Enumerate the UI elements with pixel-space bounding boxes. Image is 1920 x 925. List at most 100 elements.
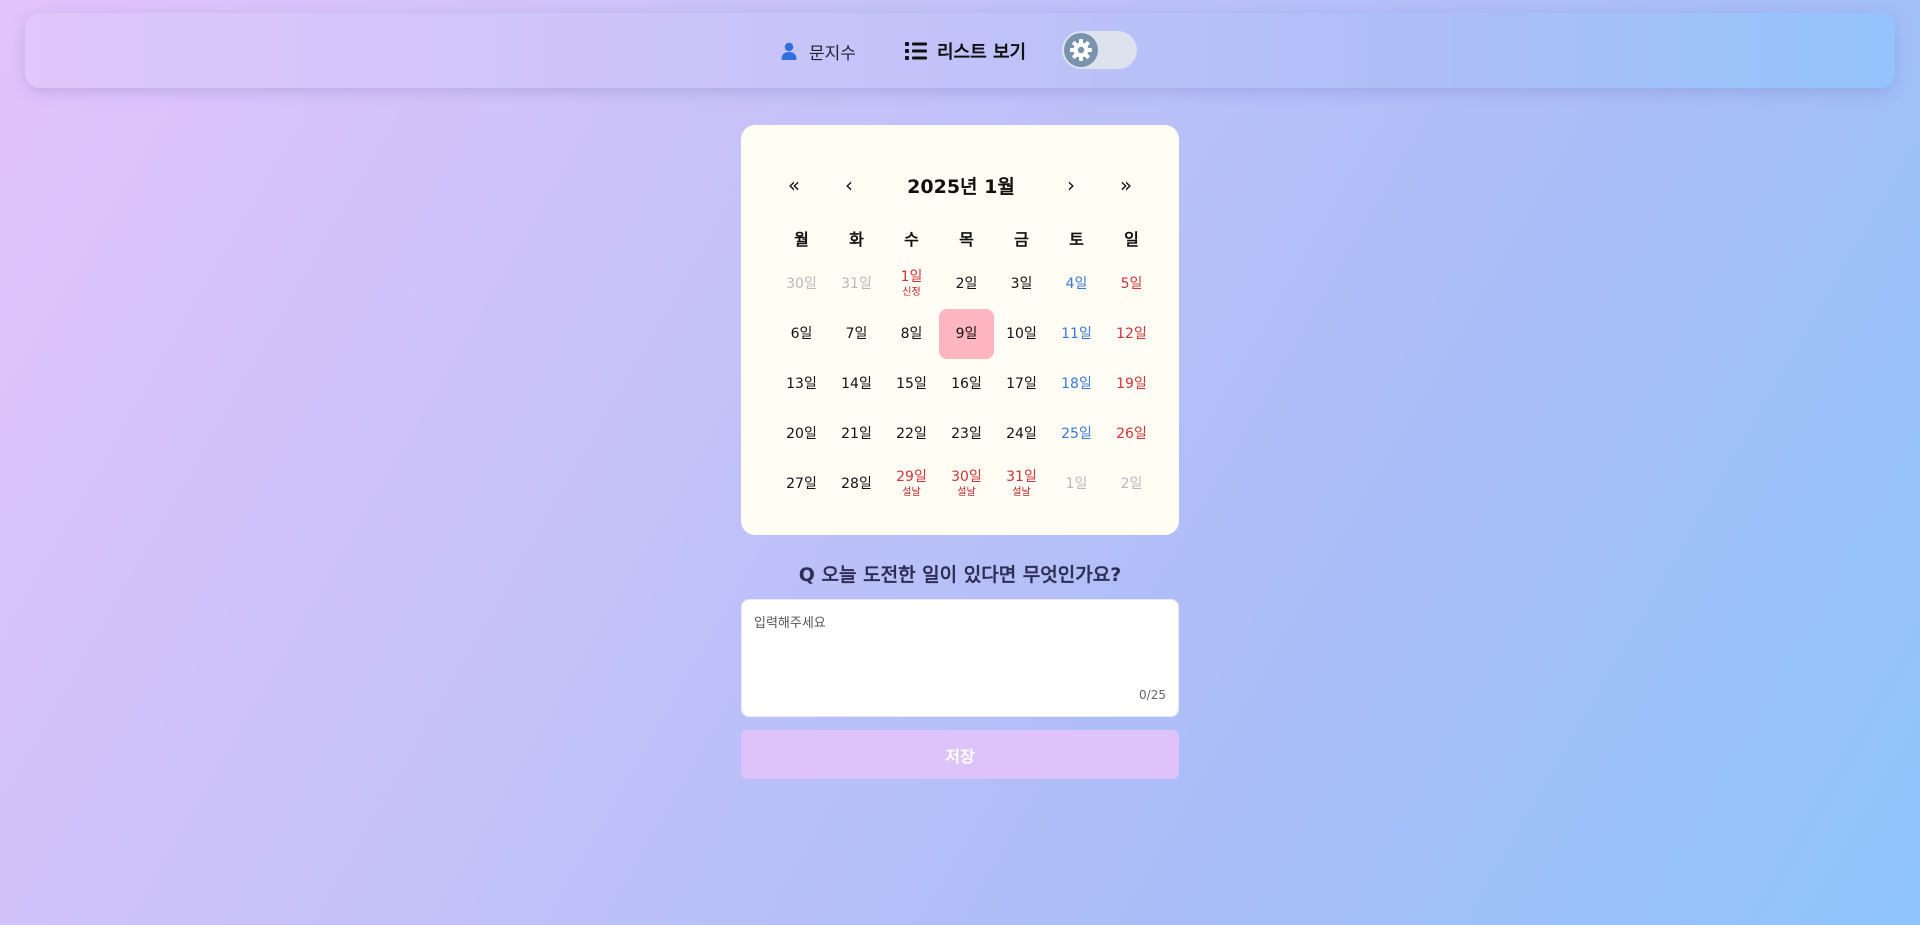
- day-number: 2일: [956, 275, 978, 293]
- weekday-header: 월 화 수 목 금 토 일: [774, 223, 1159, 253]
- day-number: 13일: [786, 375, 817, 393]
- weekday-label: 토: [1049, 223, 1104, 253]
- holiday-label: 설날: [957, 486, 975, 500]
- calendar: « ‹ 2025년 1월 › » 월 화 수 목 금 토 일 30일31일1일신…: [741, 125, 1179, 535]
- day-number: 17일: [1006, 375, 1037, 393]
- day-number: 11일: [1061, 325, 1092, 343]
- day-number: 14일: [841, 375, 872, 393]
- calendar-day[interactable]: 11일: [1049, 309, 1104, 359]
- toggle-knob: [1064, 33, 1098, 67]
- weekday-label: 화: [829, 223, 884, 253]
- day-number: 30일: [951, 468, 982, 486]
- calendar-day[interactable]: 23일: [939, 409, 994, 459]
- calendar-day[interactable]: 30일설날: [939, 459, 994, 509]
- calendar-title[interactable]: 2025년 1월: [891, 165, 1031, 205]
- day-number: 29일: [896, 468, 927, 486]
- calendar-day[interactable]: 7일: [829, 309, 884, 359]
- user-name: 문지수: [809, 39, 856, 64]
- day-number: 31일: [1006, 468, 1037, 486]
- day-number: 21일: [841, 425, 872, 443]
- calendar-day[interactable]: 6일: [774, 309, 829, 359]
- calendar-day[interactable]: 27일: [774, 459, 829, 509]
- calendar-day[interactable]: 26일: [1104, 409, 1159, 459]
- answer-input[interactable]: [754, 612, 1168, 692]
- calendar-day[interactable]: 18일: [1049, 359, 1104, 409]
- calendar-day[interactable]: 10일: [994, 309, 1049, 359]
- calendar-day[interactable]: 2일: [1104, 459, 1159, 509]
- day-number: 5일: [1121, 275, 1143, 293]
- day-number: 24일: [1006, 425, 1037, 443]
- calendar-day[interactable]: 31일설날: [994, 459, 1049, 509]
- day-number: 26일: [1116, 425, 1147, 443]
- calendar-day[interactable]: 22일: [884, 409, 939, 459]
- calendar-header: « ‹ 2025년 1월 › »: [741, 165, 1179, 205]
- gear-icon: [1069, 38, 1093, 62]
- next-year-button[interactable]: »: [1106, 165, 1146, 205]
- day-number: 16일: [951, 375, 982, 393]
- calendar-day[interactable]: 1일신정: [884, 259, 939, 309]
- weekday-label: 금: [994, 223, 1049, 253]
- calendar-day[interactable]: 3일: [994, 259, 1049, 309]
- calendar-day[interactable]: 5일: [1104, 259, 1159, 309]
- calendar-day[interactable]: 21일: [829, 409, 884, 459]
- day-number: 15일: [896, 375, 927, 393]
- calendar-day[interactable]: 20일: [774, 409, 829, 459]
- day-number: 1일: [901, 268, 923, 286]
- holiday-label: 설날: [1012, 486, 1030, 500]
- holiday-label: 신정: [902, 286, 920, 300]
- answer-box: 0/25: [741, 599, 1179, 717]
- day-number: 2일: [1121, 475, 1143, 493]
- calendar-day[interactable]: 14일: [829, 359, 884, 409]
- calendar-day[interactable]: 25일: [1049, 409, 1104, 459]
- day-number: 22일: [896, 425, 927, 443]
- day-number: 3일: [1011, 275, 1033, 293]
- calendar-day[interactable]: 28일: [829, 459, 884, 509]
- weekday-label: 일: [1104, 223, 1159, 253]
- question-text: Q 오늘 도전한 일이 있다면 무엇인가요?: [741, 558, 1179, 588]
- calendar-day[interactable]: 8일: [884, 309, 939, 359]
- weekday-label: 목: [939, 223, 994, 253]
- calendar-day[interactable]: 29일설날: [884, 459, 939, 509]
- user-profile-link[interactable]: 문지수: [781, 37, 856, 65]
- holiday-label: 설날: [902, 486, 920, 500]
- calendar-day[interactable]: 13일: [774, 359, 829, 409]
- top-navbar: 문지수 리스트 보기: [25, 13, 1895, 88]
- calendar-day[interactable]: 12일: [1104, 309, 1159, 359]
- day-number: 27일: [786, 475, 817, 493]
- day-number: 9일: [956, 325, 978, 343]
- save-button[interactable]: 저장: [741, 730, 1179, 779]
- day-number: 28일: [841, 475, 872, 493]
- day-number: 18일: [1061, 375, 1092, 393]
- calendar-day[interactable]: 15일: [884, 359, 939, 409]
- calendar-day[interactable]: 16일: [939, 359, 994, 409]
- theme-toggle[interactable]: [1062, 31, 1137, 69]
- weekday-label: 수: [884, 223, 939, 253]
- calendar-day[interactable]: 2일: [939, 259, 994, 309]
- day-number: 7일: [846, 325, 868, 343]
- list-view-label: 리스트 보기: [937, 38, 1026, 64]
- calendar-day[interactable]: 30일: [774, 259, 829, 309]
- day-number: 10일: [1006, 325, 1037, 343]
- list-icon: [905, 41, 927, 61]
- calendar-day[interactable]: 1일: [1049, 459, 1104, 509]
- day-number: 6일: [791, 325, 813, 343]
- day-number: 31일: [841, 275, 872, 293]
- calendar-day[interactable]: 17일: [994, 359, 1049, 409]
- day-number: 23일: [951, 425, 982, 443]
- day-number: 20일: [786, 425, 817, 443]
- day-number: 30일: [786, 275, 817, 293]
- day-number: 12일: [1116, 325, 1147, 343]
- char-counter: 0/25: [1139, 688, 1166, 702]
- day-number: 8일: [901, 325, 923, 343]
- weekday-label: 월: [774, 223, 829, 253]
- calendar-day[interactable]: 19일: [1104, 359, 1159, 409]
- next-month-button[interactable]: ›: [1051, 165, 1091, 205]
- list-view-link[interactable]: 리스트 보기: [905, 37, 1026, 65]
- prev-month-button[interactable]: ‹: [829, 165, 869, 205]
- calendar-day[interactable]: 31일: [829, 259, 884, 309]
- calendar-day[interactable]: 24일: [994, 409, 1049, 459]
- day-number: 19일: [1116, 375, 1147, 393]
- calendar-day-selected[interactable]: 9일: [939, 309, 994, 359]
- prev-year-button[interactable]: «: [774, 165, 814, 205]
- calendar-day[interactable]: 4일: [1049, 259, 1104, 309]
